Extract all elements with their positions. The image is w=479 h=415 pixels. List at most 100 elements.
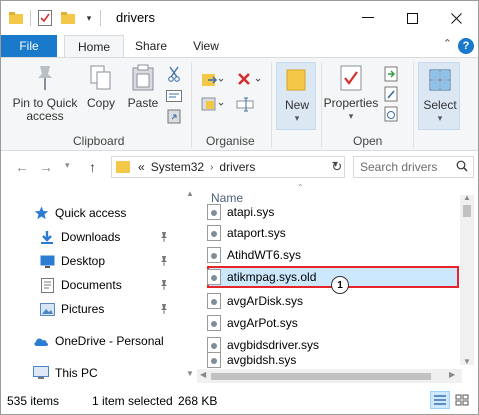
ribbon-tabs: File Home Share View ⌃ ? — [1, 35, 478, 58]
copy-to-icon[interactable] — [199, 96, 225, 112]
quick-access-dropdown-icon[interactable]: ▾ — [83, 9, 95, 27]
nav-item-downloads[interactable]: Downloads — [39, 226, 219, 248]
minimize-button[interactable] — [346, 1, 390, 35]
nav-item-quick-access[interactable]: Quick access — [33, 202, 213, 224]
edit-icon[interactable] — [383, 86, 399, 102]
delete-icon[interactable] — [235, 72, 263, 88]
file-row[interactable]: avgbidsh.sys — [207, 350, 457, 370]
tab-share[interactable]: Share — [126, 35, 176, 57]
address-folder-icon — [116, 161, 130, 173]
nav-item-label: Quick access — [55, 206, 127, 220]
collapse-ribbon-icon[interactable]: ⌃ — [443, 37, 452, 50]
new-dropdown-icon: ▾ — [294, 113, 300, 123]
title-bar: ▾ drivers — [1, 1, 478, 35]
copy-path-icon[interactable] — [166, 88, 182, 104]
tab-home[interactable]: Home — [64, 35, 124, 58]
new-folder-icon[interactable] — [61, 9, 75, 27]
close-button[interactable] — [434, 1, 478, 35]
recent-locations-icon[interactable]: ▾ — [65, 160, 70, 171]
new-button[interactable]: New ▾ — [277, 64, 317, 125]
breadcrumb-drivers[interactable]: drivers — [219, 160, 255, 174]
system-file-icon — [207, 315, 221, 331]
maximize-button[interactable] — [390, 1, 434, 35]
cloud-icon — [33, 333, 49, 349]
nav-item-onedrive[interactable]: OneDrive - Personal — [33, 330, 213, 352]
file-name: atikmpag.sys.old — [227, 270, 317, 284]
select-button[interactable]: Select ▾ — [419, 64, 461, 125]
address-overflow[interactable]: « — [138, 160, 145, 174]
nav-item-pictures[interactable]: Pictures — [39, 298, 219, 320]
file-row[interactable]: atapi.sys — [207, 204, 457, 220]
select-grid-icon — [424, 64, 456, 96]
selection-size: 268 KB — [178, 394, 218, 408]
column-header-name[interactable]: Name — [211, 191, 243, 205]
status-bar: 535 items 1 item selected 268 KB — [1, 388, 478, 414]
pin-to-quick-access-button[interactable]: Pin to Quick access — [11, 62, 79, 123]
nav-item-label: Downloads — [61, 230, 121, 244]
breadcrumb-separator-icon[interactable]: › — [210, 162, 213, 173]
nav-item-desktop[interactable]: Desktop — [39, 250, 219, 272]
paste-shortcut-icon[interactable] — [166, 108, 182, 124]
forward-arrow-icon[interactable]: → — [39, 159, 53, 175]
scroll-up-icon[interactable]: ▲ — [463, 193, 471, 202]
scrollbar-thumb[interactable] — [463, 205, 471, 217]
explorer-window: ▾ drivers File Home Share View ⌃ ? Pin t… — [0, 0, 479, 415]
file-name: avgArPot.sys — [227, 316, 298, 330]
file-row[interactable]: avgArPot.sys — [207, 312, 457, 334]
nav-item-label: OneDrive - Personal — [55, 334, 164, 348]
copy-button[interactable]: Copy — [83, 62, 119, 110]
move-to-icon[interactable] — [199, 72, 225, 88]
scroll-left-icon[interactable]: ◀ — [200, 370, 206, 379]
divider — [100, 10, 101, 26]
vertical-scrollbar[interactable]: ▲ ▼ — [460, 193, 474, 366]
clipboard-group-label: Clipboard — [73, 134, 125, 148]
refresh-icon[interactable]: ↻ — [327, 156, 347, 178]
divider — [271, 62, 272, 148]
navigation-pane: ▲ Quick access Downloads Desktop Documen… — [1, 183, 196, 385]
search-placeholder: Search drivers — [360, 160, 438, 174]
scroll-down-icon[interactable]: ▼ — [463, 357, 471, 366]
back-arrow-icon[interactable]: ← — [15, 159, 29, 175]
help-icon[interactable]: ? — [458, 38, 474, 54]
scroll-down-icon[interactable]: ▼ — [186, 369, 194, 378]
file-row[interactable]: avgArDisk.sys — [207, 290, 457, 312]
paste-button[interactable]: Paste — [125, 62, 161, 110]
window-title: drivers — [116, 10, 156, 25]
select-label: Select — [423, 98, 457, 112]
system-file-icon — [207, 352, 221, 368]
properties-icon[interactable] — [37, 9, 53, 27]
large-icons-view-button[interactable] — [452, 391, 472, 409]
cut-icon[interactable] — [166, 66, 182, 82]
rename-icon[interactable] — [235, 96, 255, 112]
details-view-button[interactable] — [430, 391, 450, 409]
file-row[interactable]: ataport.sys — [207, 222, 457, 244]
pictures-icon — [39, 301, 55, 317]
tab-file[interactable]: File — [1, 35, 57, 57]
up-arrow-icon[interactable]: ↑ — [89, 159, 96, 175]
sort-ascending-icon: ⌃ — [297, 183, 304, 192]
scroll-up-icon[interactable]: ▲ — [186, 189, 194, 198]
file-row[interactable]: AtihdWT6.sys — [207, 244, 457, 266]
file-name: AtihdWT6.sys — [227, 248, 302, 262]
file-list: ⌃ Name atapi.sys ataport.sys AtihdWT6.sy… — [197, 183, 478, 385]
pinned-icon — [159, 279, 169, 294]
history-icon[interactable] — [383, 106, 399, 122]
documents-icon — [39, 277, 55, 293]
search-input[interactable]: Search drivers — [353, 156, 474, 178]
tab-view[interactable]: View — [181, 35, 231, 57]
system-file-icon — [207, 225, 221, 241]
address-bar[interactable]: « System32 › drivers ▾ — [111, 156, 345, 178]
nav-item-documents[interactable]: Documents — [39, 274, 219, 296]
horizontal-scrollbar[interactable]: ◀ ▶ — [197, 369, 462, 383]
scroll-right-icon[interactable]: ▶ — [449, 370, 455, 379]
divider — [321, 62, 322, 148]
open-icon[interactable] — [383, 66, 399, 82]
file-name: ataport.sys — [227, 226, 286, 240]
selection-count: 1 item selected — [92, 394, 173, 408]
paste-label: Paste — [127, 96, 159, 110]
breadcrumb-system32[interactable]: System32 — [151, 160, 204, 174]
system-file-icon — [207, 247, 221, 263]
copy-label: Copy — [86, 96, 115, 110]
scrollbar-thumb[interactable] — [211, 373, 431, 380]
properties-button[interactable]: Properties ▾ — [323, 62, 379, 123]
